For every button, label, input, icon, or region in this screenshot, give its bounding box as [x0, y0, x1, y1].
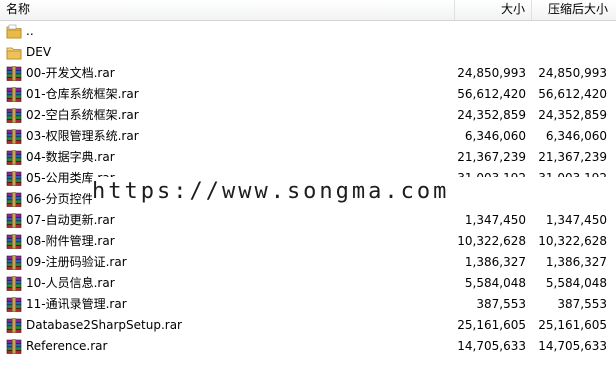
file-row[interactable]: Reference.rar 14,705,633 14,705,633 — [0, 336, 616, 357]
rar-archive-icon — [6, 66, 22, 82]
folder-up-icon — [6, 24, 22, 39]
file-packed-size: 387,553 — [557, 297, 607, 311]
file-size: 1,386,327 — [464, 255, 526, 269]
file-packed-size: 24,850,993 — [538, 66, 607, 80]
rar-archive-icon — [6, 297, 22, 313]
rar-archive-icon — [6, 192, 22, 208]
file-name: 04-数据字典.rar — [26, 150, 115, 164]
rar-archive-icon — [6, 339, 22, 355]
rar-archive-icon — [6, 171, 22, 187]
file-name: 03-权限管理系统.rar — [26, 129, 139, 143]
watermark-overlay: https://www.songma.com — [92, 177, 616, 207]
file-name: 00-开发文档.rar — [26, 66, 115, 80]
file-size: 25,161,605 — [457, 318, 526, 332]
file-packed-size: 1,386,327 — [545, 255, 607, 269]
column-header-name[interactable]: 名称 — [0, 0, 455, 20]
file-size: 14,705,633 — [457, 339, 526, 353]
column-header-packed-size-label: 压缩后大小 — [547, 2, 608, 16]
file-name: Reference.rar — [26, 339, 108, 353]
file-row[interactable]: 07-自动更新.rar 1,347,450 1,347,450 — [0, 210, 616, 231]
rar-archive-icon — [6, 234, 22, 250]
file-size: 24,850,993 — [457, 66, 526, 80]
rar-archive-icon — [6, 108, 22, 124]
file-row[interactable]: 00-开发文档.rar 24,850,993 24,850,993 — [0, 63, 616, 84]
file-name: 11-通讯录管理.rar — [26, 297, 127, 311]
file-name: 02-空白系统框架.rar — [26, 108, 139, 122]
file-name: Database2SharpSetup.rar — [26, 318, 182, 332]
file-name: 09-注册码验证.rar — [26, 255, 127, 269]
file-row[interactable]: 03-权限管理系统.rar 6,346,060 6,346,060 — [0, 126, 616, 147]
file-row[interactable]: 09-注册码验证.rar 1,386,327 1,386,327 — [0, 252, 616, 273]
file-packed-size: 5,584,048 — [545, 276, 607, 290]
file-row[interactable]: 04-数据字典.rar 21,367,239 21,367,239 — [0, 147, 616, 168]
file-row[interactable]: .. — [0, 21, 616, 42]
column-header-bar: 名称 大小 压缩后大小 — [0, 0, 616, 21]
file-row[interactable]: 08-附件管理.rar 10,322,628 10,322,628 — [0, 231, 616, 252]
file-packed-size: 25,161,605 — [538, 318, 607, 332]
rar-archive-icon — [6, 87, 22, 103]
file-packed-size: 1,347,450 — [545, 213, 607, 227]
file-name: .. — [26, 24, 34, 38]
file-size: 10,322,628 — [457, 234, 526, 248]
file-row[interactable]: 10-人员信息.rar 5,584,048 5,584,048 — [0, 273, 616, 294]
file-name: 08-附件管理.rar — [26, 234, 115, 248]
column-header-name-label: 名称 — [6, 2, 31, 16]
file-name: 10-人员信息.rar — [26, 276, 115, 290]
file-size: 5,584,048 — [464, 276, 526, 290]
folder-icon — [6, 45, 22, 60]
file-row[interactable]: Database2SharpSetup.rar 25,161,605 25,161,… — [0, 315, 616, 336]
file-packed-size: 21,367,239 — [538, 150, 607, 164]
file-packed-size: 14,705,633 — [538, 339, 607, 353]
rar-archive-icon — [6, 150, 22, 166]
file-packed-size: 10,322,628 — [538, 234, 607, 248]
rar-archive-icon — [6, 213, 22, 229]
file-size: 56,612,420 — [457, 87, 526, 101]
file-row[interactable]: 02-空白系统框架.rar 24,352,859 24,352,859 — [0, 105, 616, 126]
file-size: 21,367,239 — [457, 150, 526, 164]
file-packed-size: 56,612,420 — [538, 87, 607, 101]
rar-archive-icon — [6, 129, 22, 145]
rar-archive-icon — [6, 318, 22, 334]
rar-archive-icon — [6, 276, 22, 292]
file-name: 01-仓库系统框架.rar — [26, 87, 139, 101]
file-size: 1,347,450 — [464, 213, 526, 227]
file-packed-size: 6,346,060 — [545, 129, 607, 143]
column-header-size-label: 大小 — [500, 2, 525, 16]
file-row[interactable]: DEV — [0, 42, 616, 63]
file-row[interactable]: 01-仓库系统框架.rar 56,612,420 56,612,420 — [0, 84, 616, 105]
file-row[interactable]: 11-通讯录管理.rar 387,553 387,553 — [0, 294, 616, 315]
file-name: DEV — [26, 45, 52, 59]
file-name: 07-自动更新.rar — [26, 213, 115, 227]
column-header-size[interactable]: 大小 — [455, 0, 532, 20]
column-header-packed-size[interactable]: 压缩后大小 — [532, 0, 616, 20]
file-size: 24,352,859 — [457, 108, 526, 122]
file-size: 387,553 — [476, 297, 526, 311]
file-size: 6,346,060 — [464, 129, 526, 143]
rar-archive-icon — [6, 255, 22, 271]
file-packed-size: 24,352,859 — [538, 108, 607, 122]
